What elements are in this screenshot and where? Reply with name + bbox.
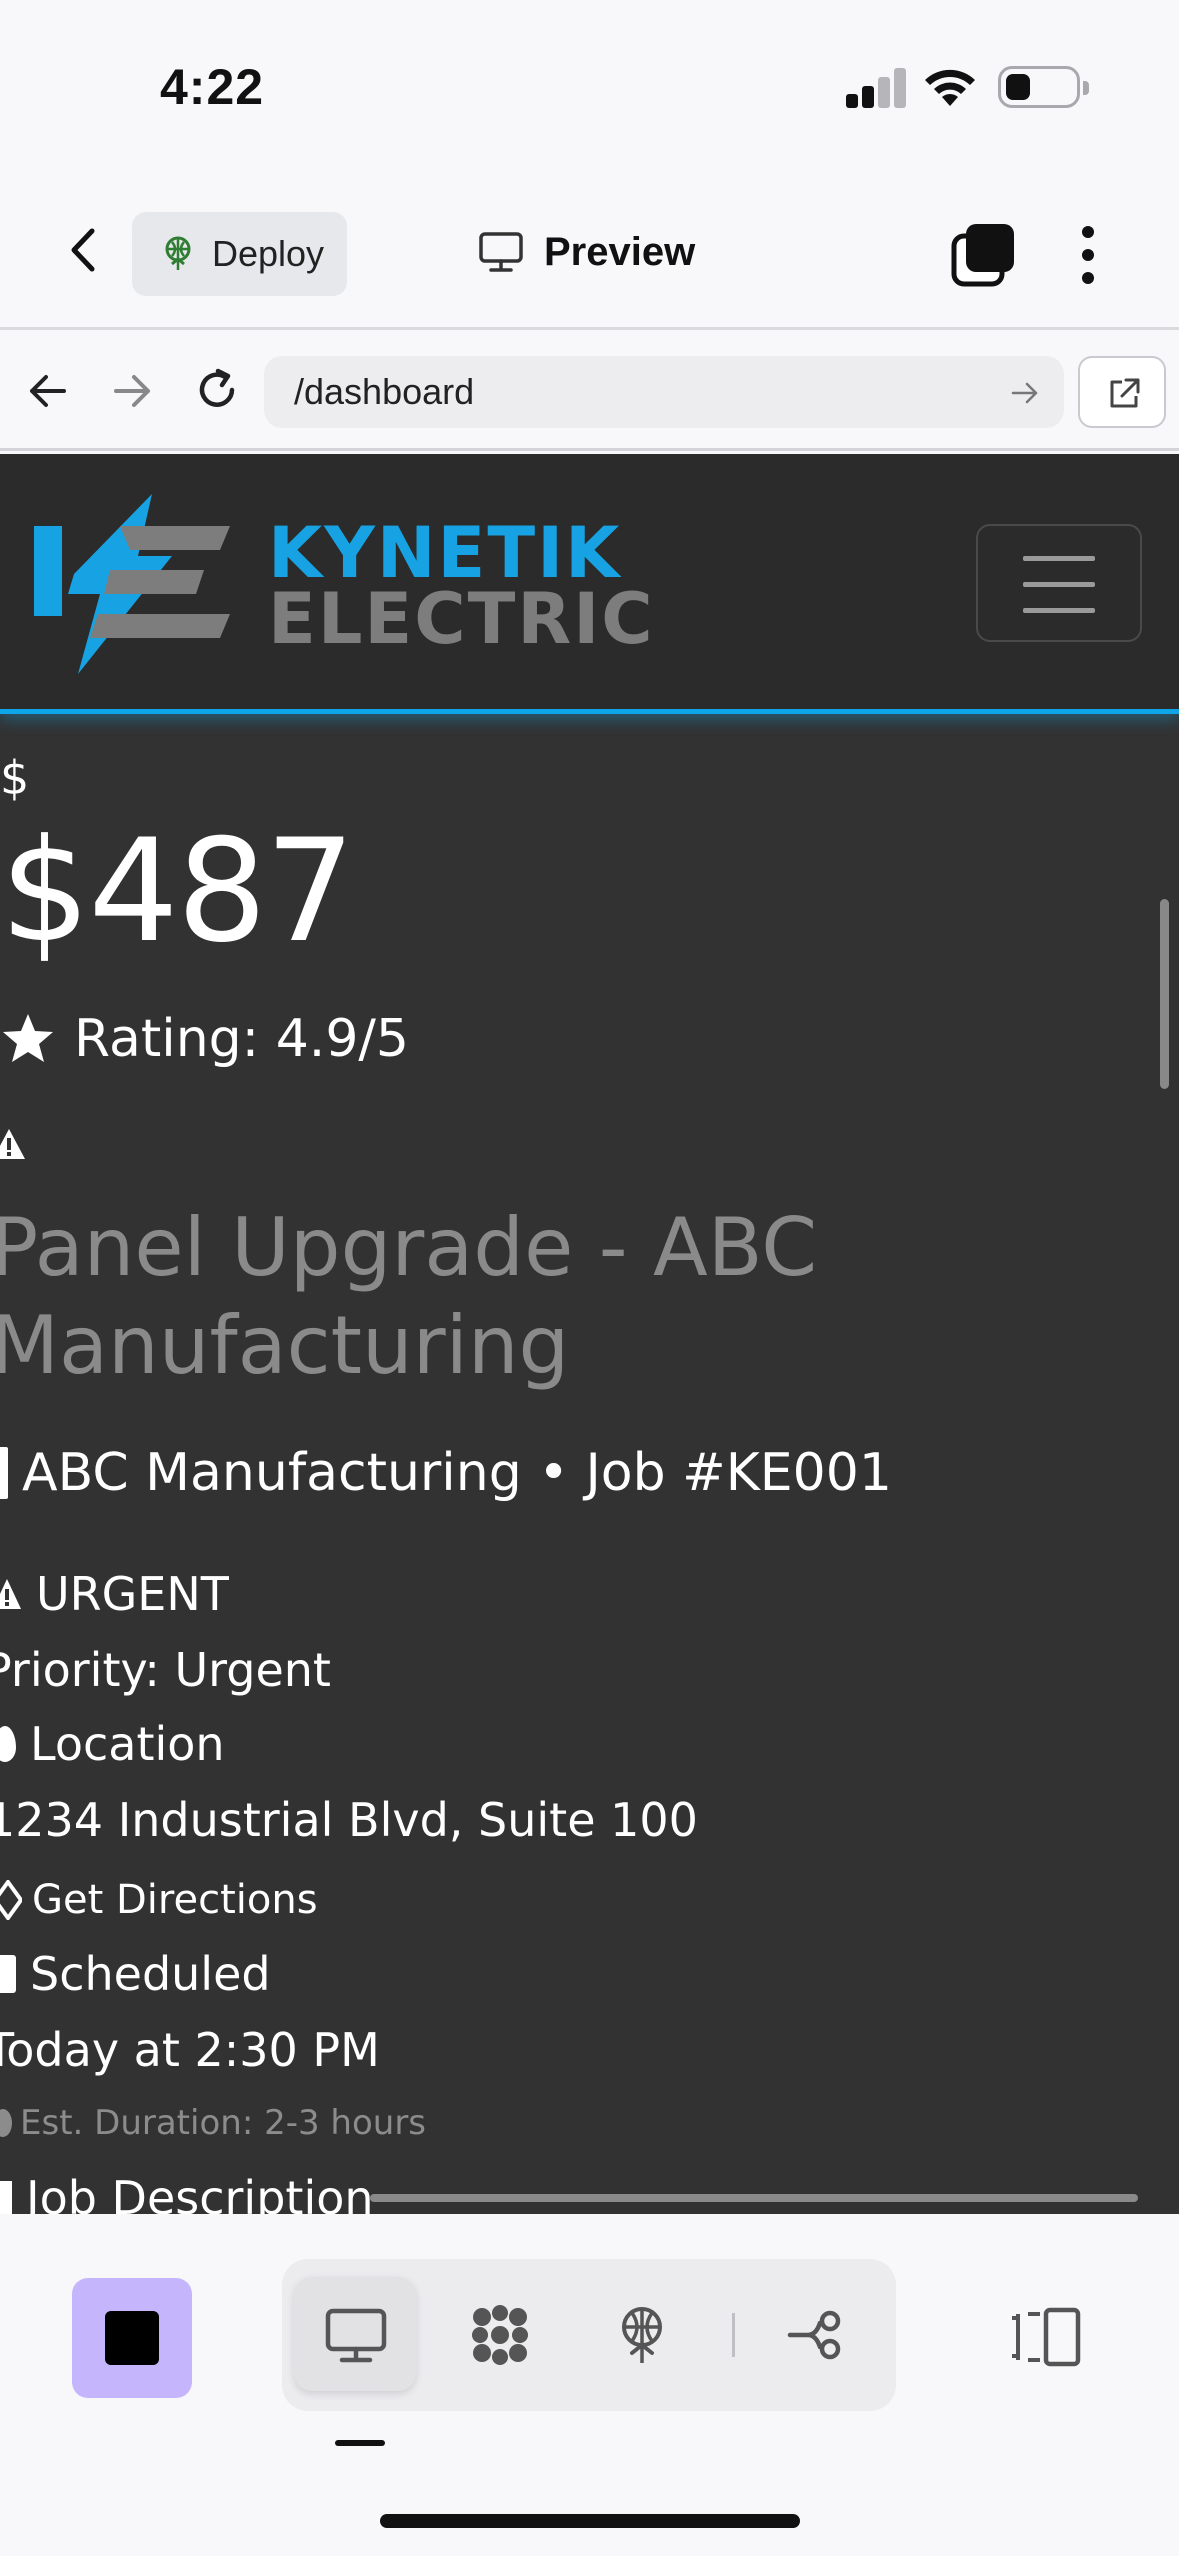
status-time: 4:22 [160,59,265,115]
deploy-button[interactable]: Deploy [132,212,347,296]
job-title: Panel Upgrade - ABC Manufacturing [0,1201,818,1392]
scheduled-time: Today at 2:30 PM [0,2023,380,2077]
toolbar-divider [732,2313,735,2357]
side-panel-icon[interactable] [1008,2304,1084,2370]
preview-label: Preview [544,229,696,274]
get-directions-link[interactable]: Get Directions [0,1877,318,1923]
rating: Rating: 4.9/5 [0,1009,409,1069]
scheduled-label-text: Scheduled [30,1947,271,2001]
address-text: 1234 Industrial Blvd, Suite 100 [0,1793,698,1847]
arrow-right-icon[interactable] [110,369,154,413]
git-tool-button[interactable] [756,2277,878,2391]
arrow-left-icon[interactable] [26,369,70,413]
duration: Est. Duration: 2-3 hours [0,2103,426,2143]
monitor-icon [325,2308,387,2363]
deploy-icon [622,2307,662,2363]
deploy-tool-button[interactable] [580,2277,702,2391]
preview-tool-button[interactable] [294,2277,416,2391]
location-label: Location [0,1717,225,1771]
cellular-signal-icon [846,66,908,108]
dollar-icon: $ [0,751,30,805]
view-switcher [282,2259,896,2411]
directions-icon [0,1880,22,1920]
webview: KYNETIK ELECTRIC $ $487 Rating: 4.9/5 Pa… [0,454,1179,2214]
horizontal-scrollbar[interactable] [370,2194,1138,2202]
external-link-icon [1110,378,1140,408]
urgency-badge: URGENT [0,1567,229,1621]
location-label-text: Location [30,1717,225,1771]
hamburger-menu-icon[interactable] [976,524,1142,642]
duration-text: Est. Duration: 2-3 hours [20,2103,427,2143]
document-icon [0,2181,12,2214]
workspace-tool-button[interactable] [438,2277,560,2391]
app-bar: Deploy Preview [0,170,1179,330]
browser-url-bar: /dashboard [0,333,1179,451]
job-amount: $487 [0,809,355,974]
url-text: /dashboard [294,371,475,412]
priority-text: Priority: Urgent [0,1643,331,1697]
vertical-scrollbar[interactable] [1160,899,1169,1089]
more-options-icon[interactable] [1068,220,1108,290]
url-input[interactable]: /dashboard [264,356,1064,428]
rating-text: Rating: 4.9/5 [74,1009,410,1069]
brand-name-line-2: ELECTRIC [268,578,655,660]
clock-icon [0,2109,12,2137]
star-icon [3,1014,53,1062]
stop-button[interactable] [72,2278,192,2398]
building-icon [0,1447,8,1499]
open-external-button[interactable] [1078,356,1166,428]
battery-icon [998,66,1089,108]
monitor-icon [479,232,523,272]
urgency-text: URGENT [36,1567,229,1621]
warning-icon [0,1129,25,1159]
deploy-icon [165,236,191,270]
preview-tab[interactable]: Preview [478,220,695,284]
branch-icon [787,2310,841,2360]
status-bar: 4:22 [0,0,1179,170]
kynetik-logo-icon[interactable] [34,494,234,674]
calendar-icon [0,1955,16,1993]
home-indicator [380,2514,800,2528]
go-arrow-icon[interactable] [1010,378,1040,408]
wifi-icon [925,69,975,106]
job-description-label: Job Description [0,2171,374,2214]
reload-icon[interactable] [192,365,242,415]
client-line: ABC Manufacturing • Job #KE001 [0,1443,892,1503]
map-pin-icon [0,1726,16,1762]
job-description-text: Job Description [26,2171,374,2214]
warning-icon [0,1579,21,1609]
back-chevron-icon[interactable] [60,225,110,275]
site-header: KYNETIK ELECTRIC [0,454,1179,714]
deploy-label: Deploy [212,233,325,274]
active-tab-indicator [335,2440,385,2446]
directions-text: Get Directions [32,1877,318,1923]
stop-icon [105,2311,159,2365]
tabs-icon[interactable] [950,222,1016,288]
client-text: ABC Manufacturing • Job #KE001 [22,1443,892,1503]
grid-dots-icon [472,2305,528,2365]
scheduled-label: Scheduled [0,1947,271,2001]
bottom-toolbar [0,2214,1179,2556]
